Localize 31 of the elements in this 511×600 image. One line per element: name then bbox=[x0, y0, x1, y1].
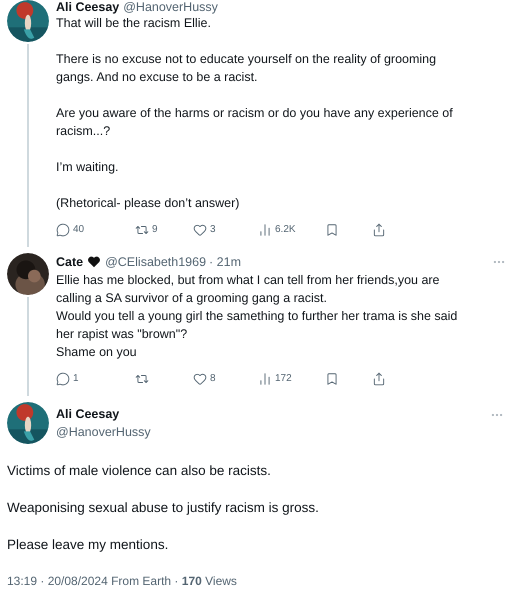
share-icon[interactable] bbox=[372, 372, 386, 386]
heart-icon bbox=[87, 255, 102, 269]
action-count: 6.2K bbox=[275, 223, 296, 237]
action-count: 3 bbox=[210, 223, 216, 237]
action-count: 172 bbox=[275, 372, 292, 386]
action-count: 40 bbox=[73, 223, 84, 237]
share-icon[interactable] bbox=[372, 222, 386, 236]
author-handle: @HanoverHussy bbox=[123, 0, 218, 14]
action-count: 9 bbox=[152, 223, 158, 237]
bar-chart-icon[interactable] bbox=[258, 222, 272, 236]
post-text: That will be the racism Ellie. There is no excuse not to educate yourself on the reality of grooming gangs. And no excuse to be a racist. Are you aware of the harms or racism or do you have any experience of racism...? I’m waiting. (Rhetorical- please don’t answer) bbox=[56, 15, 454, 212]
post-text: Victims of male violence can also be racists. bbox=[7, 462, 272, 480]
speech-bubble-icon[interactable] bbox=[56, 222, 70, 236]
bookmark-icon[interactable] bbox=[325, 222, 339, 236]
post-meta: 13:19 · 20/08/2024 From Earth · 170 Views bbox=[7, 573, 238, 590]
post-text: Ellie has me blocked, but from what I can tell from her friends,you are calling a SA survivor of a grooming gang a racist. Would you tell a young girl the samething to further her trama is she said her rapist was "brown"? Shame on you bbox=[56, 272, 458, 361]
author-name: Ali Ceesay bbox=[56, 0, 120, 14]
author-name: Ali Ceesay bbox=[56, 406, 120, 423]
post-text: Weaponising sexual abuse to justify racism is gross. bbox=[7, 499, 320, 517]
heart-icon[interactable] bbox=[193, 372, 207, 386]
post-text: Please leave my mentions. bbox=[7, 536, 170, 554]
action-count: 1 bbox=[73, 372, 79, 386]
bookmark-icon[interactable] bbox=[325, 372, 339, 386]
speech-bubble-icon[interactable] bbox=[56, 372, 70, 386]
author-name: Cate bbox=[56, 254, 84, 271]
author-handle: @CElisabeth1969 bbox=[105, 254, 206, 271]
author-handle: @HanoverHussy bbox=[56, 424, 151, 441]
bar-chart-icon[interactable] bbox=[258, 372, 272, 386]
post-time: · 21m bbox=[209, 254, 241, 271]
heart-icon[interactable] bbox=[193, 222, 207, 236]
action-count: 8 bbox=[210, 372, 216, 386]
